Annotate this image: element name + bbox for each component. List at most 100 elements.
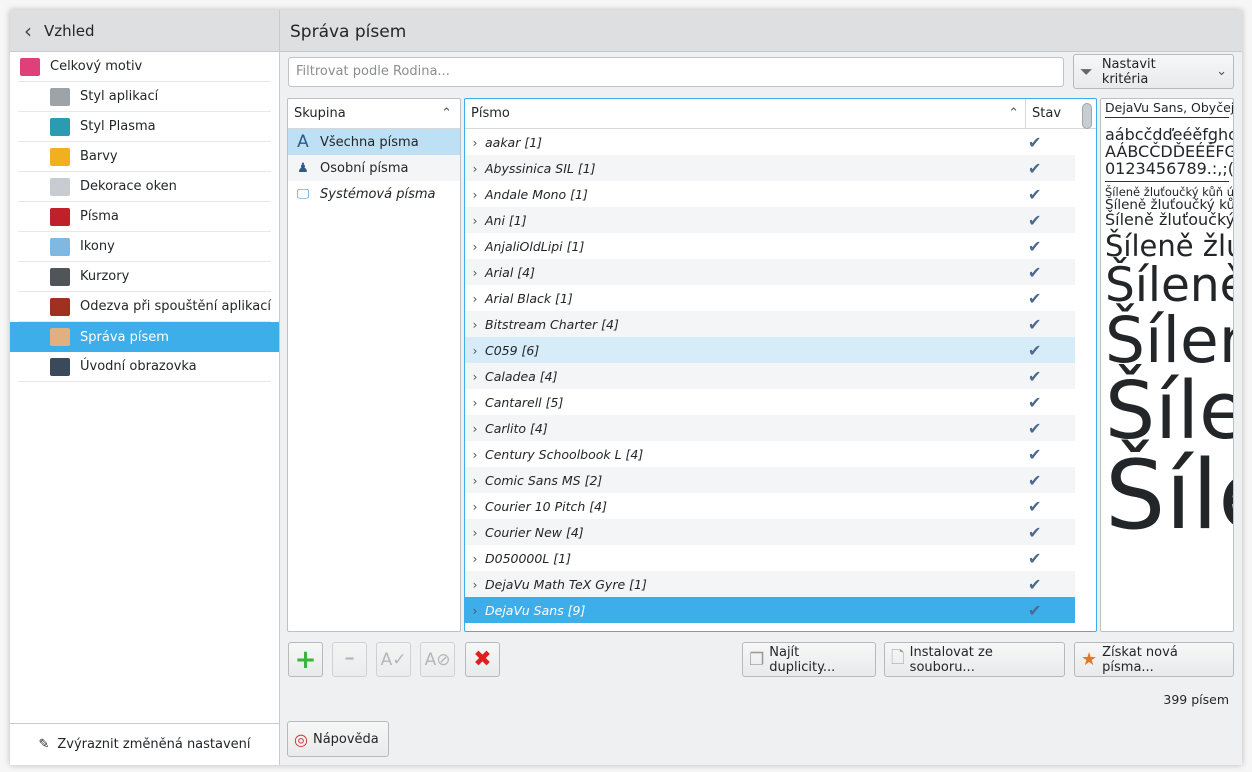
expand-chevron-icon[interactable]: › [465, 603, 485, 618]
group-all-fonts[interactable]: A Všechna písma [288, 129, 460, 155]
cursors-icon [50, 267, 70, 286]
expand-chevron-icon[interactable]: › [465, 161, 485, 176]
highlight-changed-settings-button[interactable]: ✎ Zvýraznit změněná nastavení [10, 723, 279, 765]
document-icon: 🗋 [891, 648, 905, 668]
column-status[interactable]: Stav [1026, 106, 1061, 121]
enabled-check-icon: ✔ [1028, 314, 1042, 334]
enabled-check-icon: ✔ [1028, 574, 1042, 594]
expand-chevron-icon[interactable]: › [465, 369, 485, 384]
font-row[interactable]: › DejaVu Math TeX Gyre [1] ✔ [465, 571, 1075, 597]
sort-up-icon: ⌃ [1008, 105, 1019, 121]
expand-chevron-icon[interactable]: › [465, 499, 485, 514]
group-personal-fonts[interactable]: ♟ Osobní písma [288, 155, 460, 181]
add-font-button[interactable]: + [288, 642, 323, 677]
font-row[interactable]: › C059 [6] ✔ [465, 337, 1075, 363]
preview-sample-96: Šíleně žluťoučký kůň úpěl ďábelské ódy. [1105, 441, 1233, 550]
font-list-header: Písmo ⌃ Stav [465, 99, 1096, 129]
filter-input[interactable]: Filtrovat podle Rodina... [288, 57, 1064, 87]
font-row[interactable]: › Caladea [4] ✔ [465, 363, 1075, 389]
chevron-down-icon: ⌄ [1216, 64, 1227, 79]
expand-chevron-icon[interactable]: › [465, 447, 485, 462]
expand-chevron-icon[interactable]: › [465, 213, 485, 228]
user-icon: ♟ [297, 160, 309, 176]
font-row[interactable]: › DejaVu Sans [9] ✔ [465, 597, 1075, 623]
font-row[interactable]: › AnjaliOldLipi [1] ✔ [465, 233, 1075, 259]
preview-sample-28: Šíleně žluťoučký kůň úpěl ďábelské ódy. [1105, 228, 1233, 263]
delete-font-button[interactable]: ✖ [465, 642, 500, 677]
set-criteria-button[interactable]: ⏷ Nastavit kritéria ⌄ [1073, 54, 1234, 89]
sidebar-item-7[interactable]: Kurzory [18, 262, 271, 292]
expand-chevron-icon[interactable]: › [465, 577, 485, 592]
sidebar-item-9[interactable]: Správa písem [10, 322, 279, 352]
expand-chevron-icon[interactable]: › [465, 265, 485, 280]
scrollbar[interactable] [1082, 103, 1092, 129]
pen-icon: ✎ [38, 737, 50, 752]
enabled-check-icon: ✔ [1028, 366, 1042, 386]
expand-chevron-icon[interactable]: › [465, 135, 485, 150]
sidebar-item-3[interactable]: Barvy [18, 142, 271, 172]
font-management-icon [50, 328, 70, 346]
find-duplicates-button[interactable]: ❐ Najít duplicity... [742, 642, 876, 677]
group-system-fonts[interactable]: 🖵 Systémová písma [288, 181, 460, 207]
enable-font-button[interactable]: A✓ [376, 642, 411, 677]
font-row[interactable]: › Courier New [4] ✔ [465, 519, 1075, 545]
enabled-check-icon: ✔ [1028, 548, 1042, 568]
expand-chevron-icon[interactable]: › [465, 525, 485, 540]
preview-title: DejaVu Sans, Obyčejné [1105, 101, 1233, 119]
sort-up-icon: ⌃ [441, 106, 452, 121]
sidebar-item-5[interactable]: Písma [18, 202, 271, 232]
remove-font-button[interactable]: ━ [332, 642, 367, 677]
font-row[interactable]: › Arial Black [1] ✔ [465, 285, 1075, 311]
back-icon[interactable]: ‹ [24, 19, 32, 43]
font-row[interactable]: › Century Schoolbook L [4] ✔ [465, 441, 1075, 467]
enabled-check-icon: ✔ [1028, 236, 1042, 256]
plasma-style-icon [50, 117, 70, 136]
sidebar-item-2[interactable]: Styl Plasma [18, 112, 271, 142]
expand-chevron-icon[interactable]: › [465, 239, 485, 254]
expand-chevron-icon[interactable]: › [465, 291, 485, 306]
font-row[interactable]: › Arial [4] ✔ [465, 259, 1075, 285]
font-row[interactable]: › aakar [1] ✔ [465, 129, 1075, 155]
font-row[interactable]: › Comic Sans MS [2] ✔ [465, 467, 1075, 493]
font-row[interactable]: › Ani [1] ✔ [465, 207, 1075, 233]
sidebar-item-4[interactable]: Dekorace oken [18, 172, 271, 202]
group-header[interactable]: Skupina ⌃ [288, 99, 460, 129]
enabled-check-icon: ✔ [1028, 418, 1042, 438]
font-row[interactable]: › Bitstream Charter [4] ✔ [465, 311, 1075, 337]
window-decoration-icon [50, 177, 70, 196]
disable-font-button[interactable]: A⊘ [420, 642, 455, 677]
font-row[interactable]: › Courier 10 Pitch [4] ✔ [465, 493, 1075, 519]
font-row[interactable]: › Carlito [4] ✔ [465, 415, 1075, 441]
install-from-file-button[interactable]: 🗋 Instalovat ze souboru... [884, 642, 1065, 677]
expand-chevron-icon[interactable]: › [465, 421, 485, 436]
colors-icon [50, 147, 70, 166]
copy-icon: ❐ [749, 649, 765, 670]
sidebar-item-8[interactable]: Odezva při spouštění aplikací [18, 292, 271, 322]
help-button[interactable]: ◎ Nápověda [287, 721, 389, 757]
expand-chevron-icon[interactable]: › [465, 317, 485, 332]
expand-chevron-icon[interactable]: › [465, 187, 485, 202]
get-new-fonts-button[interactable]: ★ Získat nová písma... [1074, 642, 1234, 677]
preview-sample-16: Šíleně žluťoučký kůň úpěl ďábelské ódy. [1105, 209, 1233, 229]
sidebar-item-6[interactable]: Ikony [18, 232, 271, 262]
font-enable-icon: A✓ [380, 649, 407, 670]
column-font[interactable]: Písmo ⌃ [465, 99, 1026, 129]
sidebar-item-10[interactable]: Úvodní obrazovka [18, 352, 271, 382]
expand-chevron-icon[interactable]: › [465, 395, 485, 410]
expand-chevron-icon[interactable]: › [465, 551, 485, 566]
font-row[interactable]: › Andale Mono [1] ✔ [465, 181, 1075, 207]
enabled-check-icon: ✔ [1028, 600, 1042, 620]
enabled-check-icon: ✔ [1028, 288, 1042, 308]
font-row[interactable]: › Abyssinica SIL [1] ✔ [465, 155, 1075, 181]
sidebar-title: Vzhled [44, 21, 95, 40]
sidebar-item-1[interactable]: Styl aplikací [18, 82, 271, 112]
expand-chevron-icon[interactable]: › [465, 473, 485, 488]
enabled-check-icon: ✔ [1028, 470, 1042, 490]
splash-screen-icon [50, 357, 70, 376]
font-row[interactable]: › D050000L [1] ✔ [465, 545, 1075, 571]
funnel-icon: ⏷ [1080, 61, 1093, 81]
sidebar-item-0[interactable]: Celkový motiv [18, 52, 271, 82]
expand-chevron-icon[interactable]: › [465, 343, 485, 358]
font-row[interactable]: › Cantarell [5] ✔ [465, 389, 1075, 415]
help-lifebuoy-icon: ◎ [294, 729, 308, 749]
